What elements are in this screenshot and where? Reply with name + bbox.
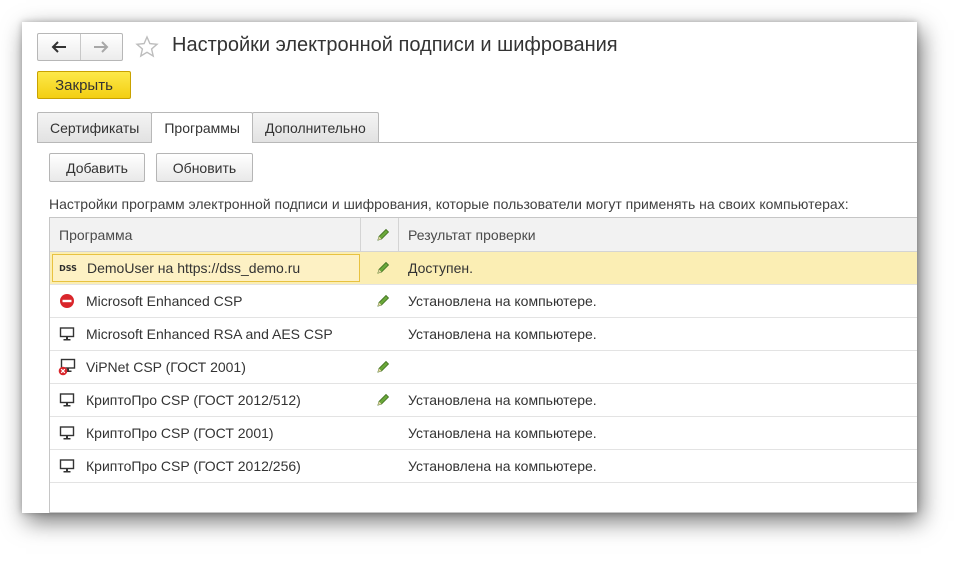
table-header: Программа Результат проверки	[50, 218, 917, 252]
column-divider	[398, 218, 399, 251]
computer-icon	[58, 424, 76, 442]
program-cell[interactable]: КриптоПро CSP (ГОСТ 2001)	[52, 419, 360, 447]
add-button[interactable]: Добавить	[49, 153, 145, 182]
column-divider	[360, 218, 361, 251]
forward-button[interactable]	[79, 34, 123, 60]
table-row[interactable]: КриптоПро CSP (ГОСТ 2012/256) Установлена…	[50, 450, 917, 483]
pencil-icon	[375, 293, 391, 309]
pencil-icon	[375, 392, 391, 408]
result-cell: Установлена на компьютере.	[408, 293, 597, 309]
computer-icon	[58, 391, 76, 409]
program-name: Microsoft Enhanced CSP	[86, 293, 243, 309]
program-cell[interactable]: КриптоПро CSP (ГОСТ 2012/512)	[52, 386, 360, 414]
dss-icon: DSS	[59, 263, 77, 273]
program-cell[interactable]: Microsoft Enhanced CSP	[52, 287, 360, 315]
result-cell: Установлена на компьютере.	[408, 392, 597, 408]
edit-cell[interactable]	[368, 351, 398, 383]
error-icon	[58, 292, 76, 310]
tab-certificates[interactable]: Сертификаты	[37, 112, 153, 142]
settings-window: Настройки электронной подписи и шифрован…	[22, 22, 917, 513]
program-cell[interactable]: ViPNet CSP (ГОСТ 2001)	[52, 353, 360, 381]
computer-icon	[58, 325, 76, 343]
close-button[interactable]: Закрыть	[37, 71, 131, 99]
navigation-buttons	[37, 33, 123, 61]
table-row[interactable]: КриптоПро CSP (ГОСТ 2001) Установлена на …	[50, 417, 917, 450]
result-cell: Установлена на компьютере.	[408, 425, 597, 441]
programs-table: Программа Результат проверки DSS DemoUser…	[49, 217, 917, 513]
table-row[interactable]: Microsoft Enhanced CSP Установлена на ком…	[50, 285, 917, 318]
program-name: Microsoft Enhanced RSA and AES CSP	[86, 326, 333, 342]
program-name: КриптоПро CSP (ГОСТ 2001)	[86, 425, 274, 441]
column-edit[interactable]	[368, 218, 398, 251]
program-name: DemoUser на https://dss_demo.ru	[87, 260, 301, 276]
table-row[interactable]: КриптоПро CSP (ГОСТ 2012/512) Установлена…	[50, 384, 917, 417]
edit-cell[interactable]	[368, 384, 398, 416]
tab-bar: Сертификаты Программы Дополнительно	[37, 112, 379, 143]
result-cell: Доступен.	[408, 260, 473, 276]
tab-advanced[interactable]: Дополнительно	[251, 112, 379, 142]
star-icon	[135, 35, 159, 58]
program-cell[interactable]: Microsoft Enhanced RSA and AES CSP	[52, 320, 360, 348]
computer-icon	[58, 457, 76, 475]
table-row[interactable]: Microsoft Enhanced RSA and AES CSP Устано…	[50, 318, 917, 351]
pencil-icon	[377, 228, 390, 241]
result-cell: Установлена на компьютере.	[408, 458, 597, 474]
edit-cell[interactable]	[368, 417, 398, 449]
window-title: Настройки электронной подписи и шифрован…	[172, 34, 618, 56]
result-cell: Установлена на компьютере.	[408, 326, 597, 342]
column-result[interactable]: Результат проверки	[408, 218, 536, 251]
table-row[interactable]: DSS DemoUser на https://dss_demo.ru Доступ…	[50, 252, 917, 285]
tab-programs[interactable]: Программы	[151, 112, 253, 143]
edit-cell[interactable]	[368, 450, 398, 482]
column-program[interactable]: Программа	[59, 218, 132, 251]
pencil-icon	[375, 359, 391, 375]
edit-cell[interactable]	[368, 252, 398, 284]
back-button[interactable]	[38, 34, 80, 60]
table-row[interactable]: ViPNet CSP (ГОСТ 2001)	[50, 351, 917, 384]
program-cell[interactable]: КриптоПро CSP (ГОСТ 2012/256)	[52, 452, 360, 480]
title-bar: Настройки электронной подписи и шифрован…	[22, 22, 917, 70]
program-name: КриптоПро CSP (ГОСТ 2012/256)	[86, 458, 301, 474]
program-cell[interactable]: DSS DemoUser на https://dss_demo.ru	[52, 254, 360, 282]
refresh-button[interactable]: Обновить	[156, 153, 253, 182]
edit-cell[interactable]	[368, 285, 398, 317]
program-name: ViPNet CSP (ГОСТ 2001)	[86, 359, 246, 375]
pencil-icon	[375, 260, 391, 276]
favorite-button[interactable]	[134, 34, 160, 60]
arrow-left-icon	[51, 41, 66, 53]
edit-cell[interactable]	[368, 318, 398, 350]
hint-text: Настройки программ электронной подписи и…	[49, 196, 849, 212]
arrow-right-icon	[94, 41, 109, 53]
program-name: КриптоПро CSP (ГОСТ 2012/512)	[86, 392, 301, 408]
computer-error-icon	[58, 358, 76, 376]
